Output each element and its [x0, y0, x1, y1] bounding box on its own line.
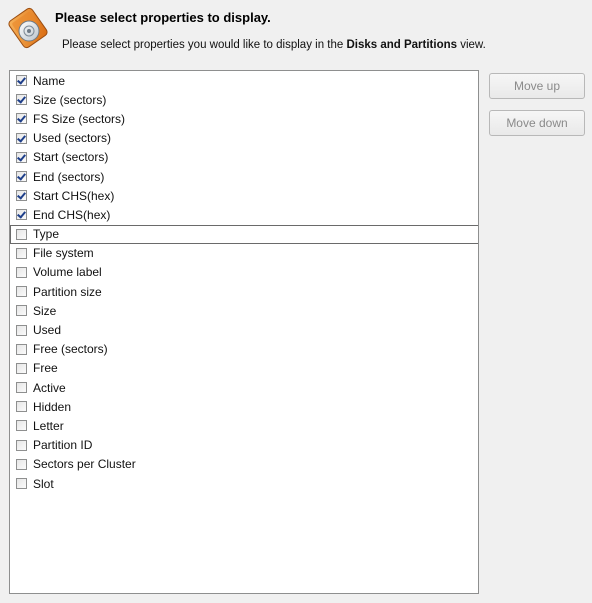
property-checkbox[interactable] [16, 171, 27, 183]
property-checkbox[interactable] [16, 209, 27, 221]
property-item[interactable]: End CHS(hex) [10, 205, 478, 224]
property-label: Free (sectors) [33, 342, 108, 357]
property-checkbox[interactable] [16, 401, 27, 413]
property-checkbox[interactable] [16, 478, 27, 490]
property-item[interactable]: Letter [10, 416, 478, 435]
property-label: Name [33, 73, 66, 88]
property-label: End CHS(hex) [33, 207, 111, 222]
property-item[interactable]: Partition ID [10, 436, 478, 455]
property-checkbox[interactable] [16, 305, 27, 317]
property-item[interactable]: Name [10, 71, 478, 90]
property-checkbox[interactable] [16, 75, 27, 87]
property-checkbox[interactable] [16, 420, 27, 432]
disk-wizard-icon [8, 7, 48, 49]
property-label: Sectors per Cluster [33, 457, 136, 472]
property-checkbox[interactable] [16, 439, 27, 451]
property-item[interactable]: Sectors per Cluster [10, 455, 478, 474]
page-subtitle: Please select properties you would like … [62, 39, 486, 51]
property-checkbox[interactable] [16, 266, 27, 278]
property-item[interactable]: Size [10, 301, 478, 320]
subtitle-view-name: Disks and Partitions [346, 39, 458, 51]
subtitle-suffix: view. [457, 39, 486, 51]
property-checkbox[interactable] [16, 362, 27, 374]
property-item[interactable]: Volume label [10, 263, 478, 282]
property-label: Volume label [33, 265, 102, 280]
property-label: Slot [33, 476, 54, 491]
property-item[interactable]: Free [10, 359, 478, 378]
property-item[interactable]: Active [10, 378, 478, 397]
property-checkbox[interactable] [16, 382, 27, 394]
property-label: Size (sectors) [33, 92, 107, 107]
property-label: End (sectors) [33, 169, 105, 184]
property-item[interactable]: Free (sectors) [10, 340, 478, 359]
property-label: Free [33, 361, 58, 376]
property-item[interactable]: Start CHS(hex) [10, 186, 478, 205]
property-label: Start CHS(hex) [33, 188, 115, 203]
property-checkbox[interactable] [16, 324, 27, 336]
property-label: File system [33, 246, 94, 261]
property-item[interactable]: Start (sectors) [10, 148, 478, 167]
property-label: Used (sectors) [33, 131, 112, 146]
property-item[interactable]: Used [10, 320, 478, 339]
property-checkbox[interactable] [16, 113, 27, 125]
property-checkbox[interactable] [16, 343, 27, 355]
property-label: Letter [33, 418, 64, 433]
property-item[interactable]: Used (sectors) [10, 129, 478, 148]
property-item[interactable]: File system [10, 244, 478, 263]
property-label: Size [33, 303, 57, 318]
wizard-header: Please select properties to display. Ple… [0, 0, 592, 66]
property-checkbox[interactable] [16, 94, 27, 106]
property-item[interactable]: Hidden [10, 397, 478, 416]
page-title: Please select properties to display. [55, 10, 271, 25]
property-checkbox[interactable] [16, 228, 27, 240]
property-item[interactable]: Size (sectors) [10, 90, 478, 109]
move-up-button[interactable]: Move up [489, 73, 585, 99]
property-item[interactable]: FS Size (sectors) [10, 109, 478, 128]
property-label: Used [33, 323, 62, 338]
property-item[interactable]: End (sectors) [10, 167, 478, 186]
move-down-button[interactable]: Move down [489, 110, 585, 136]
property-item[interactable]: Partition size [10, 282, 478, 301]
property-label: Partition size [33, 284, 102, 299]
property-checkbox[interactable] [16, 190, 27, 202]
property-label: Start (sectors) [33, 150, 109, 165]
properties-checklist[interactable]: Name Size (sectors) FS Size (sectors) Used … [9, 70, 479, 594]
property-label: Active [33, 380, 66, 395]
property-label: Type [33, 227, 60, 242]
property-item[interactable]: Type [10, 224, 478, 244]
property-label: Partition ID [33, 438, 93, 453]
property-label: FS Size (sectors) [33, 111, 126, 126]
property-checkbox[interactable] [16, 458, 27, 470]
property-checkbox[interactable] [16, 132, 27, 144]
property-label: Hidden [33, 399, 72, 414]
property-checkbox[interactable] [16, 247, 27, 259]
subtitle-prefix: Please select properties you would like … [62, 39, 347, 51]
property-item[interactable]: Slot [10, 474, 478, 493]
property-checkbox[interactable] [16, 286, 27, 298]
property-checkbox[interactable] [16, 151, 27, 163]
